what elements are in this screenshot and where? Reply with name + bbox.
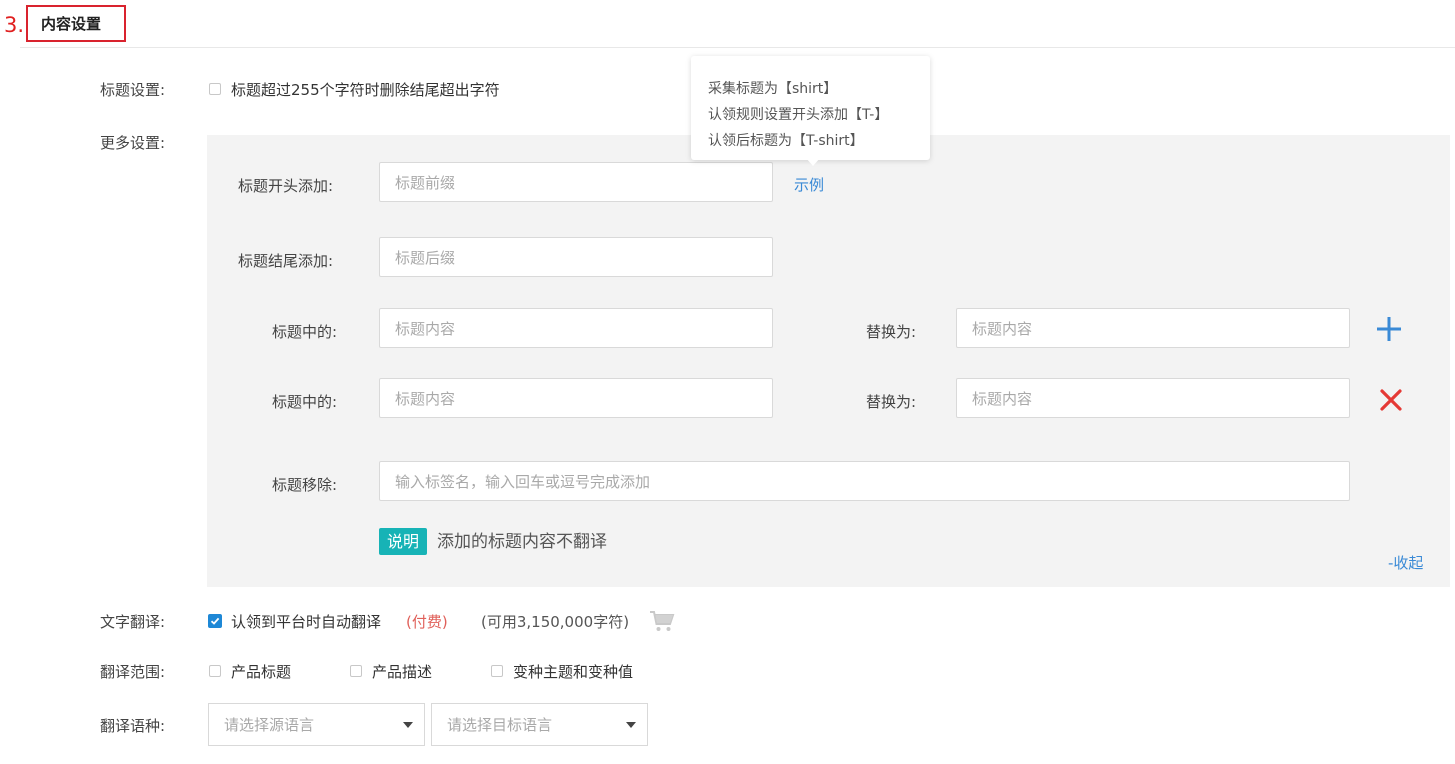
prefix-label: 标题开头添加:: [238, 177, 334, 195]
replace-to-label-1: 替换为:: [866, 323, 917, 341]
scope-title-label[interactable]: 产品标题: [231, 662, 291, 682]
scope-variant-checkbox[interactable]: [491, 665, 503, 677]
source-language-select[interactable]: 请选择源语言: [208, 703, 425, 746]
tooltip-arrow: [806, 158, 820, 166]
replace-from-label-1: 标题中的:: [272, 323, 338, 341]
title-remove-tag-input[interactable]: 输入标签名，输入回车或逗号完成添加: [379, 461, 1350, 501]
translate-scope-label: 翻译范围:: [100, 663, 166, 681]
replace-from-placeholder-1: 标题内容: [395, 319, 456, 338]
cart-icon[interactable]: [649, 609, 675, 633]
source-language-placeholder: 请选择源语言: [224, 716, 315, 734]
tooltip-line-2: 认领规则设置开头添加【T-】: [708, 107, 889, 123]
note-text: 添加的标题内容不翻译: [437, 532, 607, 552]
replace-to-input-2[interactable]: 标题内容: [956, 378, 1350, 418]
title-prefix-placeholder: 标题前缀: [395, 173, 456, 192]
collapse-link[interactable]: -收起: [1388, 553, 1423, 573]
replace-from-input-1[interactable]: 标题内容: [379, 308, 773, 348]
scope-title-checkbox[interactable]: [209, 665, 221, 677]
truncate-title-checkbox[interactable]: [209, 83, 221, 95]
tooltip-line-3: 认领后标题为【T-shirt】: [708, 133, 864, 149]
scope-variant-label[interactable]: 变种主题和变种值: [513, 662, 633, 682]
section-title: 内容设置: [26, 5, 126, 42]
replace-to-label-2: 替换为:: [866, 393, 917, 411]
target-language-select[interactable]: 请选择目标语言: [431, 703, 648, 746]
chevron-down-icon: [626, 721, 636, 728]
replace-to-placeholder-2: 标题内容: [972, 389, 1033, 408]
title-setting-label: 标题设置:: [100, 81, 166, 99]
replace-to-placeholder-1: 标题内容: [972, 319, 1033, 338]
truncate-title-checkbox-label[interactable]: 标题超过255个字符时删除结尾超出字符: [231, 80, 500, 100]
title-remove-placeholder: 输入标签名，输入回车或逗号完成添加: [395, 472, 651, 491]
more-settings-label: 更多设置:: [100, 134, 166, 152]
replace-from-label-2: 标题中的:: [272, 393, 338, 411]
step-number: 3.: [4, 13, 25, 37]
translation-label: 文字翻译:: [100, 613, 166, 631]
note-badge: 说明: [379, 528, 428, 555]
suffix-label: 标题结尾添加:: [238, 252, 334, 270]
tooltip-line-1: 采集标题为【shirt】: [708, 81, 838, 97]
title-remove-label: 标题移除:: [272, 476, 338, 494]
more-settings-panel: [207, 135, 1450, 587]
replace-to-input-1[interactable]: 标题内容: [956, 308, 1350, 348]
auto-translate-label[interactable]: 认领到平台时自动翻译: [231, 612, 381, 632]
chevron-down-icon: [403, 721, 413, 728]
section-title-text: 内容设置: [41, 15, 102, 33]
header-divider: [20, 47, 1455, 48]
example-tooltip: 采集标题为【shirt】 认领规则设置开头添加【T-】 认领后标题为【T-shi…: [691, 56, 930, 160]
replace-from-placeholder-2: 标题内容: [395, 389, 456, 408]
available-chars: (可用3,150,000字符): [481, 613, 630, 631]
delete-row-x-icon[interactable]: [1379, 388, 1403, 412]
add-row-plus-icon[interactable]: [1376, 316, 1402, 342]
replace-from-input-2[interactable]: 标题内容: [379, 378, 773, 418]
scope-desc-label[interactable]: 产品描述: [372, 662, 432, 682]
target-language-placeholder: 请选择目标语言: [447, 716, 553, 734]
auto-translate-checkbox[interactable]: [208, 614, 222, 628]
paid-tag: (付费): [406, 613, 448, 631]
scope-desc-checkbox[interactable]: [350, 665, 362, 677]
title-prefix-input[interactable]: 标题前缀: [379, 162, 773, 202]
check-icon: [210, 617, 220, 625]
title-suffix-input[interactable]: 标题后缀: [379, 237, 773, 277]
translate-lang-label: 翻译语种:: [100, 717, 166, 735]
example-link[interactable]: 示例: [794, 175, 824, 195]
title-suffix-placeholder: 标题后缀: [395, 248, 456, 267]
